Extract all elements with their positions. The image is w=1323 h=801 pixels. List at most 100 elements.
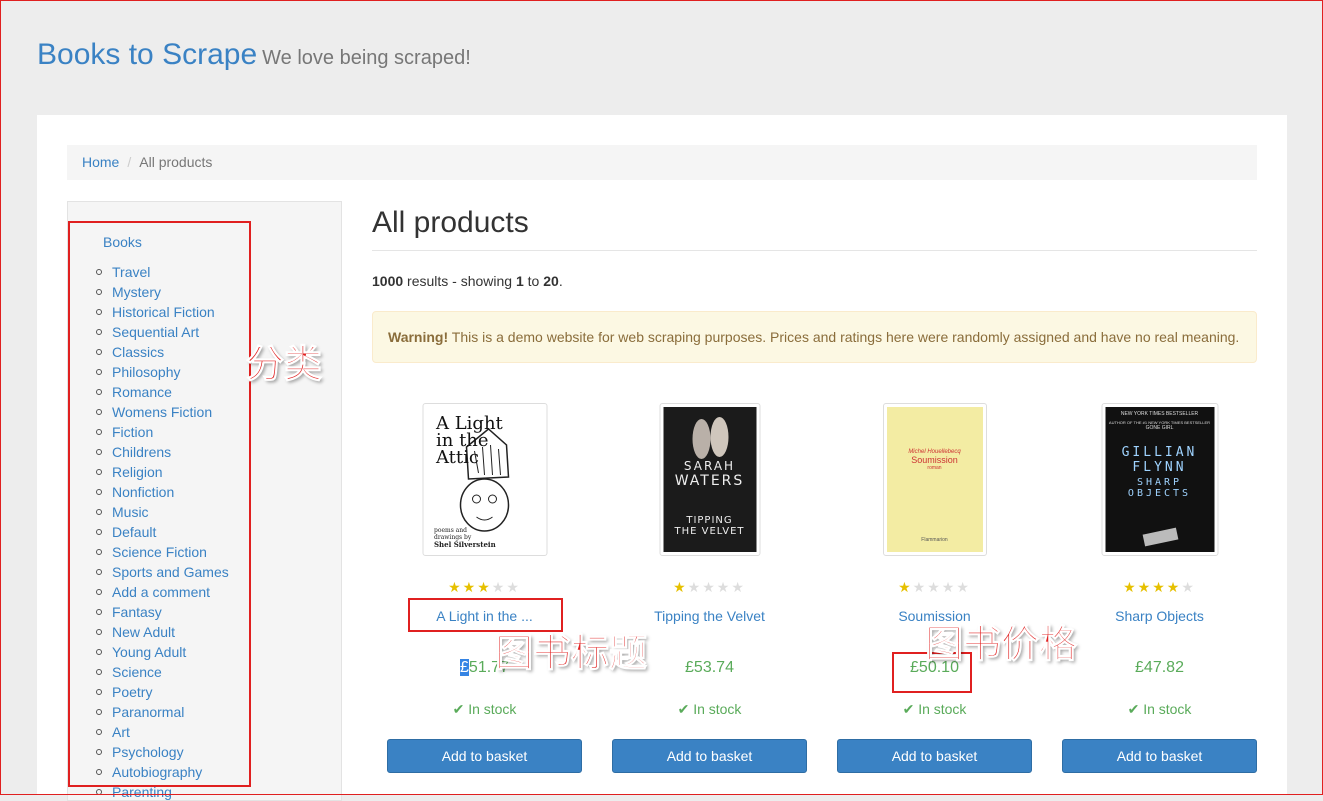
- star-icon: ★: [898, 579, 913, 595]
- category-item: Psychology: [96, 742, 229, 762]
- razor-blade-illustration: [1142, 527, 1178, 547]
- star-rating: ★★★★★: [1062, 579, 1257, 596]
- category-link[interactable]: Fiction: [112, 424, 153, 440]
- category-item: Womens Fiction: [96, 402, 229, 422]
- category-root-books[interactable]: Books: [103, 234, 142, 250]
- category-link[interactable]: Young Adult: [112, 644, 186, 660]
- result-text: results - showing: [407, 273, 513, 289]
- category-link[interactable]: Default: [112, 524, 156, 540]
- star-icon: ★: [927, 579, 942, 595]
- category-link[interactable]: Nonfiction: [112, 484, 174, 500]
- category-link[interactable]: Classics: [112, 344, 164, 360]
- result-total: 1000: [372, 273, 404, 289]
- category-list: Travel Mystery Historical Fiction Sequen…: [96, 262, 229, 800]
- category-item: Paranormal: [96, 702, 229, 722]
- category-link[interactable]: Fantasy: [112, 604, 162, 620]
- category-item: Add a comment: [96, 582, 229, 602]
- result-to-text: to: [527, 273, 540, 289]
- cover-text: TIPPING: [686, 515, 733, 526]
- category-link[interactable]: Sports and Games: [112, 564, 229, 580]
- cover-text: roman: [927, 465, 942, 471]
- cover-text: Shel Silverstein: [434, 540, 496, 549]
- category-link[interactable]: Psychology: [112, 744, 184, 760]
- product-card: SARAH WATERS TIPPING THE VELVET ★★★★★ Ti…: [612, 403, 807, 773]
- category-item: Fiction: [96, 422, 229, 442]
- star-icon: ★: [702, 579, 717, 595]
- warning-label: Warning!: [388, 329, 449, 345]
- availability: ✔ In stock: [387, 701, 582, 718]
- star-icon: ★: [956, 579, 971, 595]
- category-link[interactable]: Poetry: [112, 684, 152, 700]
- page-container: Home / All products Books Travel Mystery H…: [37, 115, 1287, 801]
- category-link[interactable]: New Adult: [112, 624, 175, 640]
- category-link[interactable]: Autobiography: [112, 764, 202, 780]
- star-icon: ★: [1181, 579, 1196, 595]
- category-item: Historical Fiction: [96, 302, 229, 322]
- cover-text: SARAH: [683, 459, 736, 473]
- add-to-basket-button[interactable]: Add to basket: [837, 739, 1032, 773]
- check-icon: ✔: [1127, 701, 1140, 717]
- tagline: We love being scraped!: [262, 47, 471, 69]
- category-link[interactable]: Travel: [112, 264, 150, 280]
- book-cover[interactable]: NEW YORK TIMES BESTSELLER AUTHOR OF THE …: [1101, 403, 1218, 556]
- check-icon: ✔: [452, 701, 465, 717]
- product-price: £47.82: [1135, 659, 1184, 676]
- star-icon: ★: [1137, 579, 1153, 595]
- category-link[interactable]: Romance: [112, 384, 172, 400]
- product-title-link[interactable]: Tipping the Velvet: [654, 608, 765, 624]
- category-link[interactable]: Parenting: [112, 784, 172, 800]
- star-icon: ★: [716, 579, 732, 595]
- category-link[interactable]: Mystery: [112, 284, 161, 300]
- stock-text: In stock: [1143, 701, 1192, 717]
- book-cover[interactable]: A Light in the Attic poems and drawings …: [422, 403, 547, 556]
- category-link[interactable]: Religion: [112, 464, 163, 480]
- category-item: Nonfiction: [96, 482, 229, 502]
- book-cover[interactable]: Michel Houellebecq Soumission roman Flam…: [882, 403, 987, 556]
- category-link[interactable]: Science: [112, 664, 162, 680]
- star-icon: ★: [1152, 579, 1167, 595]
- product-card: NEW YORK TIMES BESTSELLER AUTHOR OF THE …: [1062, 403, 1257, 773]
- cover-text: WATERS: [674, 473, 745, 489]
- category-link[interactable]: Philosophy: [112, 364, 181, 380]
- category-item: Sequential Art: [96, 322, 229, 342]
- category-link[interactable]: Womens Fiction: [112, 404, 212, 420]
- product-card: Michel Houellebecq Soumission roman Flam…: [837, 403, 1032, 773]
- breadcrumb-separator: /: [127, 154, 132, 170]
- category-item: Mystery: [96, 282, 229, 302]
- add-to-basket-button[interactable]: Add to basket: [387, 739, 582, 773]
- category-link[interactable]: Childrens: [112, 444, 171, 460]
- star-rating: ★★★★★: [837, 579, 1032, 596]
- category-link[interactable]: Art: [112, 724, 130, 740]
- breadcrumb-home-link[interactable]: Home: [82, 154, 119, 170]
- result-to: 20: [543, 273, 559, 289]
- category-link[interactable]: Historical Fiction: [112, 304, 215, 320]
- book-cover[interactable]: SARAH WATERS TIPPING THE VELVET: [659, 403, 760, 556]
- star-icon: ★: [477, 579, 492, 595]
- star-icon: ★: [448, 579, 463, 595]
- stock-text: In stock: [468, 701, 517, 717]
- star-icon: ★: [912, 579, 928, 595]
- star-icon: ★: [462, 579, 478, 595]
- availability: ✔ In stock: [612, 701, 807, 718]
- add-to-basket-button[interactable]: Add to basket: [612, 739, 807, 773]
- category-link[interactable]: Paranormal: [112, 704, 184, 720]
- product-title-link[interactable]: Sharp Objects: [1115, 608, 1204, 624]
- annotation-label-book-price: 图书价格: [924, 622, 1078, 667]
- result-from: 1: [515, 273, 524, 289]
- main-content: All products 1000 results - showing 1 to…: [372, 201, 1257, 801]
- category-item: Fantasy: [96, 602, 229, 622]
- category-link[interactable]: Add a comment: [112, 584, 210, 600]
- cover-image: NEW YORK TIMES BESTSELLER AUTHOR OF THE …: [1105, 407, 1214, 552]
- breadcrumb: Home / All products: [67, 145, 1257, 180]
- category-item: Default: [96, 522, 229, 542]
- check-icon: ✔: [902, 701, 915, 717]
- brand-link[interactable]: Books to Scrape: [37, 38, 257, 71]
- category-link[interactable]: Sequential Art: [112, 324, 199, 340]
- add-to-basket-button[interactable]: Add to basket: [1062, 739, 1257, 773]
- availability: ✔ In stock: [1062, 701, 1257, 718]
- category-link[interactable]: Science Fiction: [112, 544, 207, 560]
- category-link[interactable]: Music: [112, 504, 149, 520]
- cover-text: THE VELVET: [674, 526, 745, 537]
- category-item: Autobiography: [96, 762, 229, 782]
- category-item: Science Fiction: [96, 542, 229, 562]
